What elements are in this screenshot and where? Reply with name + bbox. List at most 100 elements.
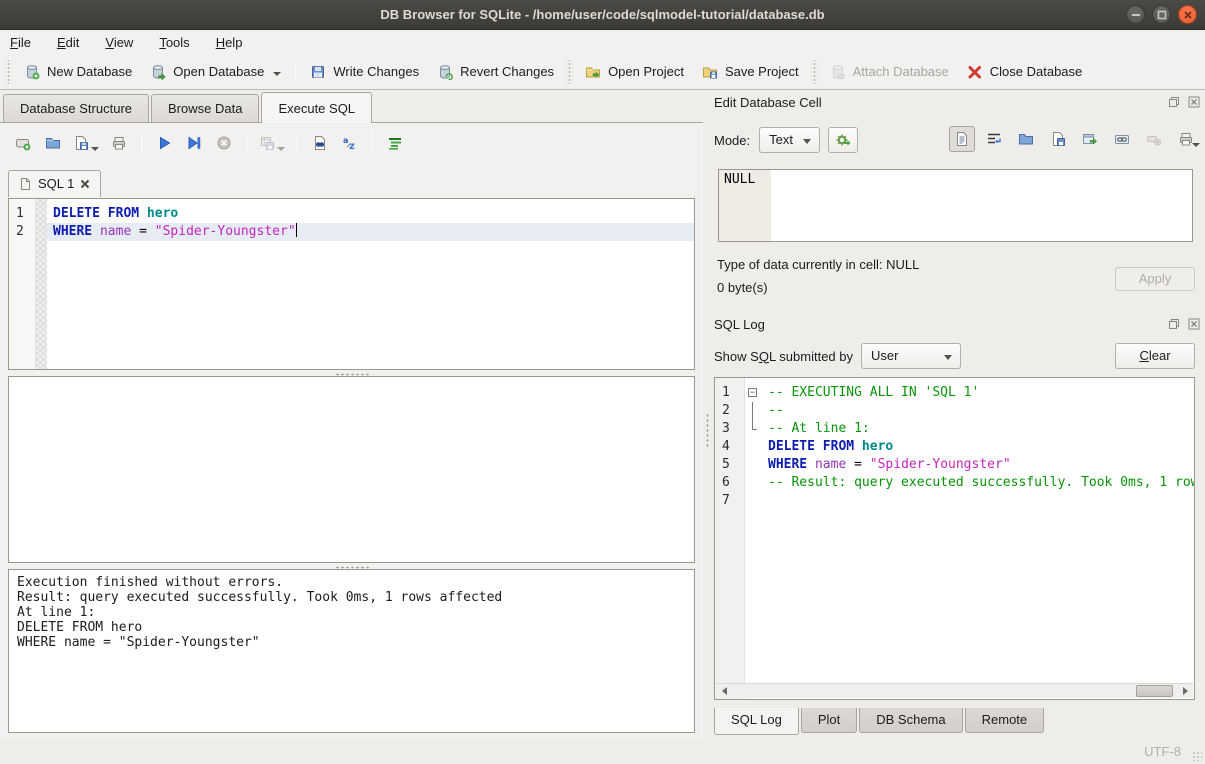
database-open-icon <box>150 64 166 80</box>
save-project-button[interactable]: Save Project <box>693 59 808 85</box>
tab-remote[interactable]: Remote <box>965 708 1045 733</box>
results-grid[interactable] <box>8 376 695 563</box>
close-dock-icon[interactable] <box>1186 317 1202 332</box>
find-replace-icon <box>312 135 328 151</box>
export-cell-icon <box>1050 131 1066 147</box>
import-cell-button[interactable] <box>1013 126 1039 152</box>
open-project-button[interactable]: Open Project <box>576 59 693 85</box>
text-mode-button[interactable] <box>949 126 975 152</box>
print-cell-button[interactable] <box>1173 126 1199 152</box>
toolbar-drag-handle[interactable] <box>5 60 12 84</box>
minimize-icon[interactable] <box>1126 5 1145 24</box>
close-database-button[interactable]: Close Database <box>958 59 1092 85</box>
filter-label: Show SQL submitted by <box>714 349 853 364</box>
scroll-left-icon[interactable] <box>716 684 732 698</box>
toolbar-separator <box>141 131 142 155</box>
sql-log-filter-row: Show SQL submitted by User Clear <box>714 340 1202 372</box>
menu-tools[interactable]: Tools <box>159 35 189 50</box>
tab-sql-log[interactable]: SQL Log <box>714 708 799 735</box>
revert-changes-button[interactable]: Revert Changes <box>428 59 563 85</box>
cell-editor[interactable]: NULL <box>718 169 1193 242</box>
stop-icon <box>216 135 232 151</box>
sql-log-view[interactable]: 1234567 − -- EXECUTING ALL IN 'SQL 1'---… <box>714 377 1195 700</box>
execute-icon <box>156 135 172 151</box>
print-button[interactable] <box>106 131 132 155</box>
sql-editor[interactable]: 12 DELETE FROM heroWHERE name = "Spider-… <box>8 198 695 370</box>
toolbar-drag-handle[interactable] <box>811 60 818 84</box>
titlebar[interactable]: DB Browser for SQLite - /home/user/code/… <box>0 0 1205 30</box>
sql-doc-tab[interactable]: SQL 1 <box>8 170 101 197</box>
tab-browse-data[interactable]: Browse Data <box>151 94 259 123</box>
float-dock-icon[interactable] <box>1166 95 1182 110</box>
execute-sql-panel: az SQL 1 12 DELETE FROM heroWHERE name =… <box>0 122 703 738</box>
menu-edit[interactable]: Edit <box>57 35 79 50</box>
apply-button: Apply <box>1115 267 1195 291</box>
scrollbar-thumb[interactable] <box>1136 685 1173 697</box>
auto-apply-button[interactable] <box>828 127 858 153</box>
text-mode-icon <box>954 131 970 147</box>
close-tab-icon[interactable] <box>80 179 90 189</box>
save-sql-menu-caret[interactable] <box>91 147 99 151</box>
svg-text:z: z <box>349 141 355 151</box>
editor-code-area[interactable]: DELETE FROM heroWHERE name = "Spider-You… <box>47 199 694 369</box>
execute-current-line-button[interactable] <box>181 131 207 155</box>
print-cell-icon <box>1178 131 1194 147</box>
database-new-icon <box>24 64 40 80</box>
format-sql-button[interactable] <box>382 131 408 155</box>
new-tab-icon <box>15 135 31 151</box>
autocomplete-button[interactable]: az <box>337 131 363 155</box>
copy-link-button[interactable] <box>1109 126 1135 152</box>
log-horizontal-scrollbar[interactable] <box>716 683 1193 698</box>
toolbar-separator <box>372 131 373 155</box>
save-sql-button[interactable] <box>70 131 102 155</box>
resize-grip[interactable] <box>1192 751 1202 761</box>
close-dock-icon[interactable] <box>1186 95 1202 110</box>
panes-splitter[interactable] <box>703 122 711 738</box>
log-code-area[interactable]: -- EXECUTING ALL IN 'SQL 1'---- At line … <box>762 378 1194 699</box>
open-external-button[interactable] <box>1077 126 1103 152</box>
menu-file[interactable]: File <box>10 35 31 50</box>
clear-log-button[interactable]: Clear <box>1115 343 1195 369</box>
menu-view[interactable]: View <box>105 35 133 50</box>
open-database-menu-caret[interactable] <box>273 72 281 76</box>
open-database-button[interactable]: Open Database <box>141 59 290 85</box>
dock-area: Edit Database Cell Mode: Text NULL Type … <box>711 90 1205 738</box>
attach-database-button: Attach Database <box>821 59 958 85</box>
submitter-select[interactable]: User <box>861 343 961 369</box>
format-sql-icon <box>387 135 403 151</box>
new-tab-button[interactable] <box>10 131 36 155</box>
save-results-menu-caret <box>277 147 285 151</box>
export-cell-button[interactable] <box>1045 126 1071 152</box>
word-wrap-button[interactable] <box>981 126 1007 152</box>
edit-cell-dock-titlebar[interactable]: Edit Database Cell <box>714 92 1202 112</box>
main-toolbar: New Database Open Database Write Changes… <box>0 54 1205 90</box>
scroll-right-icon[interactable] <box>1177 684 1193 698</box>
float-dock-icon[interactable] <box>1166 317 1182 332</box>
write-changes-button[interactable]: Write Changes <box>301 59 428 85</box>
open-sql-button[interactable] <box>40 131 66 155</box>
tab-plot[interactable]: Plot <box>801 708 857 733</box>
sql-log-dock-titlebar[interactable]: SQL Log <box>714 314 1202 334</box>
menu-help[interactable]: Help <box>216 35 243 50</box>
execute-sql-button[interactable] <box>151 131 177 155</box>
stop-button <box>211 131 237 155</box>
mode-select[interactable]: Text <box>759 127 820 153</box>
toolbar-drag-handle[interactable] <box>566 60 573 84</box>
new-database-button[interactable]: New Database <box>15 59 141 85</box>
log-fold-margin: − <box>745 378 762 699</box>
tab-database-structure[interactable]: Database Structure <box>3 94 149 123</box>
sql-file-icon <box>19 177 32 191</box>
project-open-icon <box>585 64 601 80</box>
tab-db-schema[interactable]: DB Schema <box>859 708 962 733</box>
toolbar-separator <box>295 60 296 84</box>
close-icon[interactable] <box>1178 5 1197 24</box>
app-window: DB Browser for SQLite - /home/user/code/… <box>0 0 1205 764</box>
open-sql-icon <box>45 135 61 151</box>
cell-type-info: Type of data currently in cell: NULL <box>717 257 919 272</box>
sql-doc-tabbar: SQL 1 <box>8 170 101 197</box>
maximize-icon[interactable] <box>1152 5 1171 24</box>
save-results-button <box>256 131 288 155</box>
find-replace-button[interactable] <box>307 131 333 155</box>
tab-execute-sql[interactable]: Execute SQL <box>261 92 372 123</box>
execution-message[interactable]: Execution finished without errors. Resul… <box>8 569 695 733</box>
